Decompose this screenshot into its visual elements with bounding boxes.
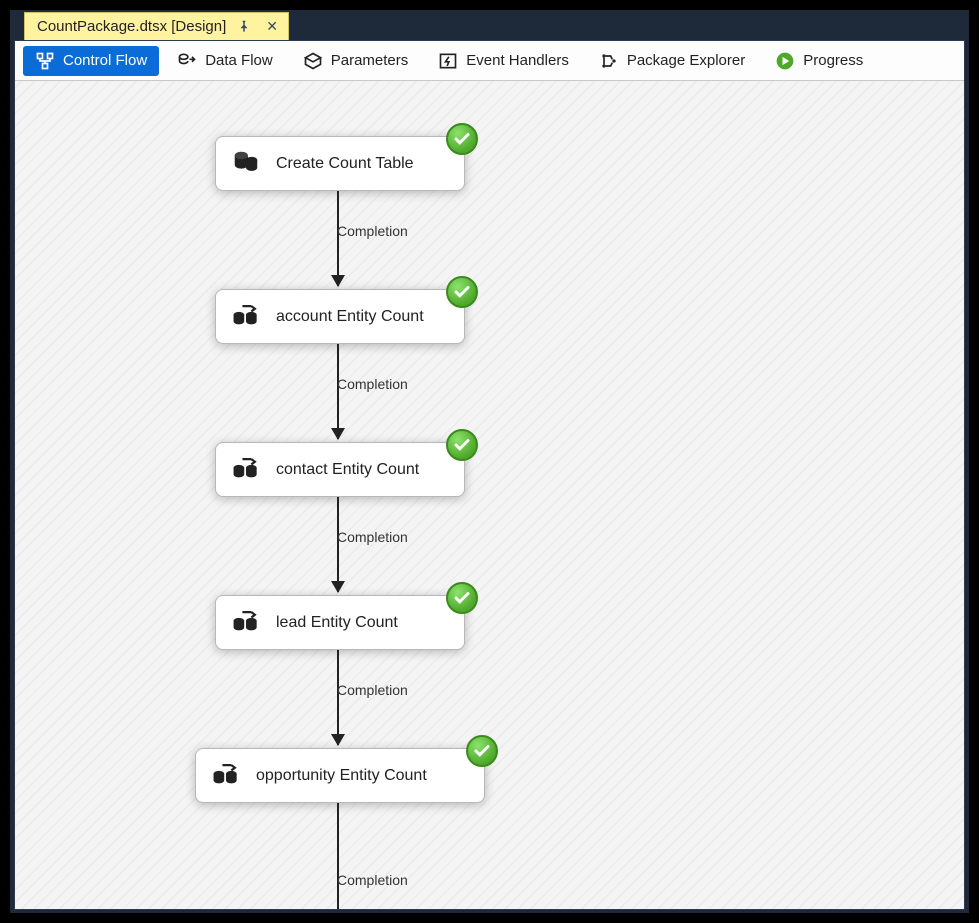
arrow-down-icon	[331, 581, 345, 593]
tab-data-flow[interactable]: Data Flow	[165, 46, 285, 76]
tab-label: Progress	[803, 52, 863, 69]
tab-label: Package Explorer	[627, 52, 745, 69]
task-label: contact Entity Count	[276, 461, 419, 479]
task-label: opportunity Entity Count	[256, 767, 427, 785]
dataflow-task-icon	[230, 606, 262, 639]
connector[interactable]: Completion	[337, 650, 339, 745]
document-tab-title: CountPackage.dtsx [Design]	[37, 18, 226, 35]
dataflow-task-icon	[230, 453, 262, 486]
connector-label: Completion	[335, 223, 410, 239]
data-flow-icon	[177, 51, 197, 71]
connector-label: Completion	[335, 529, 410, 545]
dataflow-task-icon	[230, 300, 262, 333]
task-label: account Entity Count	[276, 308, 424, 326]
tab-label: Parameters	[331, 52, 409, 69]
event-handlers-icon	[438, 51, 458, 71]
close-icon[interactable]: ✕	[262, 18, 282, 35]
success-badge-icon	[446, 582, 478, 614]
task-account-entity-count[interactable]: account Entity Count	[215, 289, 465, 344]
connector[interactable]: Completion	[337, 497, 339, 592]
tab-event-handlers[interactable]: Event Handlers	[426, 46, 581, 76]
task-contact-entity-count[interactable]: contact Entity Count	[215, 442, 465, 497]
connector[interactable]: Completion	[337, 191, 339, 286]
arrow-down-icon	[331, 734, 345, 746]
success-badge-icon	[446, 429, 478, 461]
tab-parameters[interactable]: Parameters	[291, 46, 421, 76]
tab-label: Data Flow	[205, 52, 273, 69]
tab-package-explorer[interactable]: Package Explorer	[587, 46, 757, 76]
success-badge-icon	[466, 735, 498, 767]
connector[interactable]: Completion	[337, 344, 339, 439]
control-flow-icon	[35, 51, 55, 71]
task-create-count-table[interactable]: Create Count Table	[215, 136, 465, 191]
connector[interactable]: Completion	[337, 803, 339, 909]
pin-icon[interactable]	[234, 19, 254, 35]
package-explorer-icon	[599, 51, 619, 71]
designer-sub-tabs: Control Flow Data Flow Parameters Event …	[15, 41, 964, 81]
success-badge-icon	[446, 123, 478, 155]
progress-icon	[775, 51, 795, 71]
arrow-down-icon	[331, 275, 345, 287]
tab-control-flow[interactable]: Control Flow	[23, 46, 159, 76]
connector-label: Completion	[335, 376, 410, 392]
parameters-icon	[303, 51, 323, 71]
sql-task-icon	[230, 147, 262, 180]
design-canvas[interactable]: Create Count Table Completion account En…	[15, 81, 964, 909]
tab-label: Control Flow	[63, 52, 147, 69]
connector-label: Completion	[335, 682, 410, 698]
task-lead-entity-count[interactable]: lead Entity Count	[215, 595, 465, 650]
dataflow-task-icon	[210, 759, 242, 792]
success-badge-icon	[446, 276, 478, 308]
task-label: Create Count Table	[276, 155, 414, 173]
arrow-down-icon	[331, 428, 345, 440]
document-tab[interactable]: CountPackage.dtsx [Design] ✕	[24, 12, 289, 40]
task-opportunity-entity-count[interactable]: opportunity Entity Count	[195, 748, 485, 803]
connector-label: Completion	[335, 872, 410, 888]
task-label: lead Entity Count	[276, 614, 398, 632]
tab-label: Event Handlers	[466, 52, 569, 69]
document-tab-strip: CountPackage.dtsx [Design] ✕	[10, 10, 969, 40]
designer-frame: Control Flow Data Flow Parameters Event …	[14, 40, 965, 910]
tab-progress[interactable]: Progress	[763, 46, 875, 76]
